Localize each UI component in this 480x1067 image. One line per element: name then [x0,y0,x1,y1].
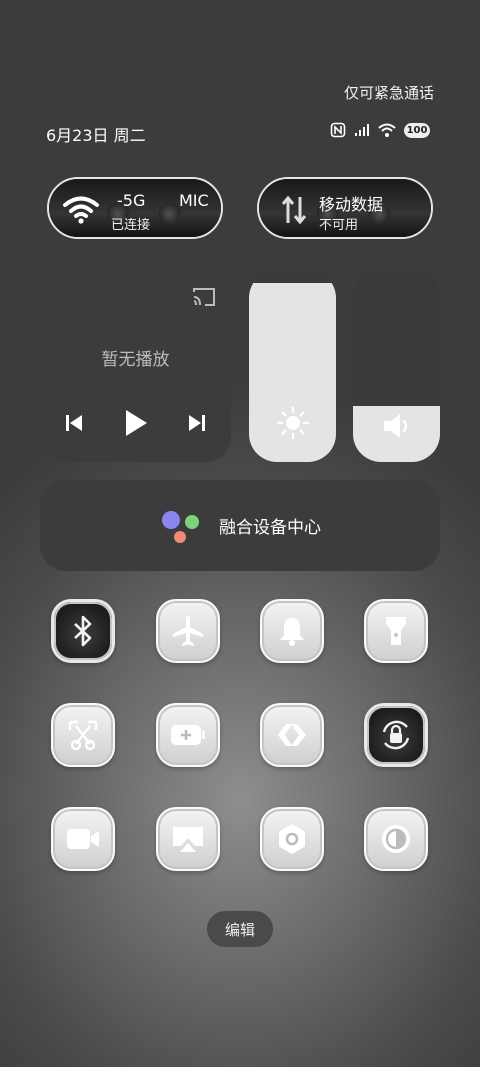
brightness-slider[interactable] [249,270,336,462]
speaker-icon [383,414,407,438]
rotation-lock-toggle[interactable] [364,703,428,767]
screencast-icon [173,827,203,852]
status-icons: 100 [330,122,430,138]
flashlight-icon [386,617,406,645]
no-playback-text: 暂无播放 [101,350,170,370]
dark-mode-toggle[interactable] [364,807,428,871]
scissors-icon [68,720,98,751]
mobile-data-status: 不可用 [319,218,359,233]
fusion-device-center[interactable]: 融合设备中心 [40,480,440,571]
bluetooth-toggle[interactable] [51,599,115,663]
battery-icon [171,725,205,745]
flashlight-toggle[interactable] [364,599,428,663]
nfc-icon [330,122,346,138]
nearby-share-toggle[interactable] [260,703,324,767]
airplane-icon [173,616,203,646]
emergency-call-only-text: 仅可紧急通话 [343,84,434,102]
wifi-status: 已连接 [111,218,151,233]
wifi-status-icon [378,123,396,137]
wifi-tile[interactable]: -5G MIC 已连接 [47,177,223,239]
edit-button[interactable]: 编辑 [207,911,273,947]
mobile-data-icon [281,195,307,225]
sun-icon [276,406,309,440]
screen-record-toggle[interactable] [51,807,115,871]
share-icon [278,724,306,746]
mobile-data-title: 移动数据 [319,195,384,214]
media-player-tile[interactable]: 暂无播放 [40,270,231,462]
previous-icon[interactable] [64,413,84,433]
wifi-network-suffix: MIC [179,191,209,210]
rotation-lock-icon [382,720,410,750]
hex-gear-icon [279,824,305,854]
battery-indicator: 100 [404,122,430,138]
airplane-mode-toggle[interactable] [156,599,220,663]
bluetooth-icon [74,615,92,647]
screenshot-toggle[interactable] [51,703,115,767]
silent-mode-toggle[interactable] [260,599,324,663]
screencast-toggle[interactable] [156,807,220,871]
signal-icon [355,124,369,136]
cast-icon[interactable] [191,286,217,308]
wifi-network-name: -5G [117,191,146,210]
wifi-icon [63,196,99,224]
mobile-data-tile[interactable]: 移动数据 不可用 [257,177,433,239]
volume-slider[interactable] [353,270,440,462]
date-text: 6月23日 周二 [46,126,146,145]
settings-toggle[interactable] [260,807,324,871]
battery-saver-toggle[interactable] [156,703,220,767]
fusion-device-label: 融合设备中心 [219,518,321,538]
video-icon [67,829,99,849]
next-icon[interactable] [187,413,207,433]
device-center-icon [162,510,199,543]
play-icon[interactable] [123,408,149,438]
bell-icon [280,618,304,646]
contrast-icon [382,825,410,853]
